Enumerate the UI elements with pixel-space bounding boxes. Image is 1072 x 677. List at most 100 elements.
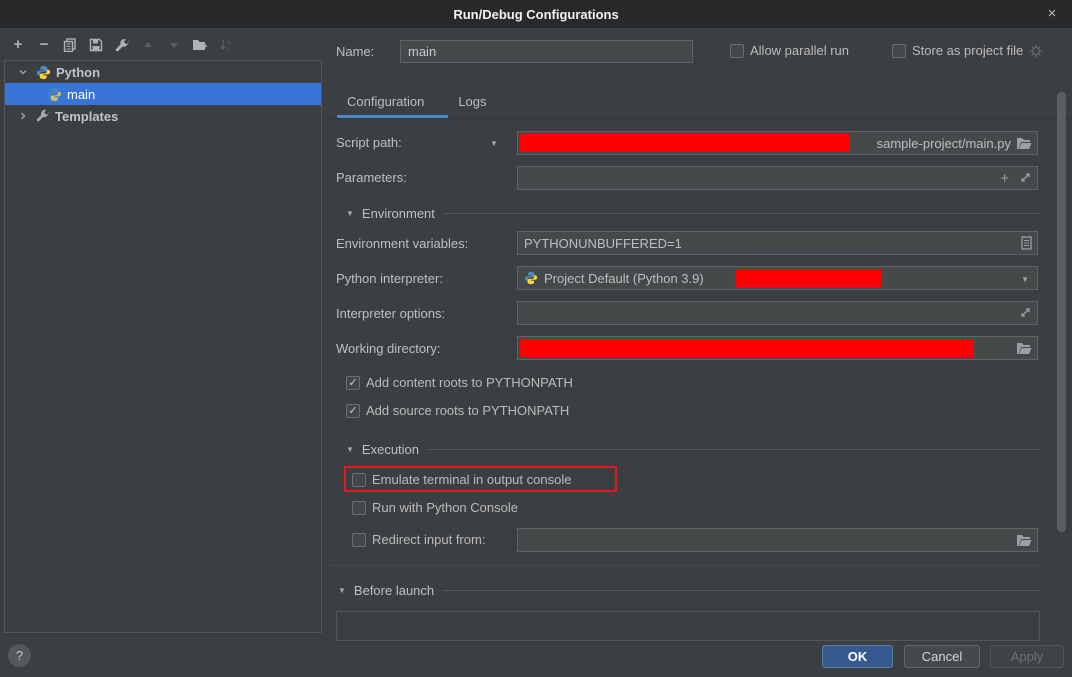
section-rule (443, 213, 1040, 214)
interpreter-options-field[interactable] (517, 301, 1038, 325)
editor-tabs: Configuration Logs (330, 88, 504, 118)
ok-button[interactable]: OK (822, 645, 893, 668)
parameters-field[interactable]: + (517, 166, 1038, 190)
redaction-overlay (735, 269, 881, 287)
environment-section-header[interactable]: ▼ Environment (346, 206, 1040, 221)
copy-configuration-icon[interactable] (62, 37, 78, 53)
section-collapse-icon[interactable]: ▼ (346, 209, 354, 218)
python-interpreter-combobox[interactable]: Project Default (Python 3.9) ▼ (517, 266, 1038, 290)
name-input[interactable] (400, 40, 693, 63)
script-path-field[interactable]: sample-project/main.py (517, 131, 1038, 155)
configuration-editor: Name: Allow parallel run Store as projec… (330, 28, 1072, 635)
script-path-value: sample-project/main.py (877, 136, 1011, 151)
script-path-dropdown-icon[interactable]: ▼ (490, 139, 498, 148)
checkbox-box[interactable] (352, 533, 366, 547)
python-icon (47, 87, 62, 102)
close-icon[interactable]: × (1042, 4, 1062, 24)
gear-icon (1029, 44, 1043, 58)
environment-variables-field[interactable]: PYTHONUNBUFFERED=1 (517, 231, 1038, 255)
checkbox-box[interactable] (352, 473, 366, 487)
section-title: Execution (362, 442, 419, 457)
checkbox-box[interactable] (352, 501, 366, 515)
parameters-label: Parameters: (336, 170, 407, 185)
vertical-scrollbar[interactable] (1057, 92, 1066, 563)
working-directory-label: Working directory: (336, 341, 441, 356)
redirect-input-field[interactable] (517, 528, 1038, 552)
scrollbar-thumb[interactable] (1057, 92, 1066, 532)
expand-field-icon[interactable] (1019, 171, 1032, 184)
python-interpreter-label: Python interpreter: (336, 271, 443, 286)
cancel-button[interactable]: Cancel (904, 645, 980, 668)
tree-item-label: main (67, 87, 95, 102)
chevron-right-icon[interactable] (15, 111, 31, 121)
add-content-roots-label: Add content roots to PYTHONPATH (366, 375, 573, 390)
store-as-project-file-checkbox[interactable]: Store as project file (892, 43, 1043, 58)
expand-field-icon[interactable] (1019, 306, 1032, 319)
dialog-title: Run/Debug Configurations (453, 7, 618, 22)
allow-parallel-run-checkbox[interactable]: Allow parallel run (730, 43, 849, 58)
tree-item-main[interactable]: main (5, 83, 321, 105)
python-interpreter-value: Project Default (Python 3.9) (544, 271, 704, 286)
redaction-overlay (520, 134, 850, 152)
configurations-toolbar: + − az (10, 37, 234, 53)
emulate-terminal-checkbox[interactable]: Emulate terminal in output console (352, 472, 571, 487)
save-configuration-icon[interactable] (88, 37, 104, 53)
dialog-titlebar: Run/Debug Configurations × (0, 0, 1072, 28)
svg-text:a: a (227, 40, 231, 46)
redaction-overlay (520, 339, 974, 357)
add-configuration-icon[interactable]: + (10, 37, 26, 53)
interpreter-options-label: Interpreter options: (336, 306, 445, 321)
add-content-roots-checkbox[interactable]: ✓ Add content roots to PYTHONPATH (346, 375, 573, 390)
python-icon (524, 271, 538, 285)
new-folder-icon[interactable] (192, 37, 208, 53)
tabs-divider (330, 118, 1072, 119)
tree-item-label: Templates (55, 109, 118, 124)
allow-parallel-run-label: Allow parallel run (750, 43, 849, 58)
edit-templates-wrench-icon[interactable] (114, 37, 130, 53)
redirect-input-label: Redirect input from: (372, 532, 485, 547)
tree-item-python[interactable]: Python (5, 61, 321, 83)
add-source-roots-label: Add source roots to PYTHONPATH (366, 403, 569, 418)
wrench-icon (36, 109, 50, 123)
chevron-down-icon[interactable]: ▼ (1021, 275, 1029, 284)
section-rule (442, 590, 1040, 591)
tree-item-templates[interactable]: Templates (5, 105, 321, 127)
chevron-down-icon[interactable] (15, 67, 31, 77)
scroll-viewport-divider (330, 565, 1040, 566)
section-collapse-icon[interactable]: ▼ (346, 445, 354, 454)
store-as-project-file-label: Store as project file (912, 43, 1023, 58)
checkbox-box[interactable] (892, 44, 906, 58)
section-collapse-icon[interactable]: ▼ (338, 586, 346, 595)
add-source-roots-checkbox[interactable]: ✓ Add source roots to PYTHONPATH (346, 403, 569, 418)
run-with-python-console-checkbox[interactable]: Run with Python Console (352, 500, 518, 515)
sort-alphabetically-icon: az (218, 37, 234, 53)
execution-section-header[interactable]: ▼ Execution (346, 442, 1040, 457)
help-button[interactable]: ? (8, 644, 31, 667)
environment-variables-label: Environment variables: (336, 236, 468, 251)
folder-icon[interactable] (1016, 533, 1032, 547)
folder-icon[interactable] (1016, 136, 1032, 150)
svg-text:z: z (227, 47, 230, 53)
browse-variables-icon[interactable] (1021, 236, 1032, 250)
emulate-terminal-label: Emulate terminal in output console (372, 472, 571, 487)
run-with-python-console-label: Run with Python Console (372, 500, 518, 515)
tab-configuration[interactable]: Configuration (330, 88, 441, 118)
section-title: Environment (362, 206, 435, 221)
checkbox-box-checked[interactable]: ✓ (346, 404, 360, 418)
move-down-icon (166, 37, 182, 53)
configurations-tree: Python main Templates (4, 60, 322, 633)
section-rule (427, 449, 1040, 450)
apply-button: Apply (990, 645, 1064, 668)
working-directory-field[interactable] (517, 336, 1038, 360)
script-path-label: Script path: (336, 135, 402, 150)
section-title: Before launch (354, 583, 434, 598)
add-macro-icon[interactable]: + (1000, 170, 1009, 187)
before-launch-section-header[interactable]: ▼ Before launch (338, 583, 1040, 598)
checkbox-box-checked[interactable]: ✓ (346, 376, 360, 390)
redirect-input-checkbox[interactable]: Redirect input from: (352, 532, 485, 547)
checkbox-box[interactable] (730, 44, 744, 58)
remove-configuration-icon[interactable]: − (36, 37, 52, 53)
move-up-icon (140, 37, 156, 53)
folder-icon[interactable] (1016, 341, 1032, 355)
tab-logs[interactable]: Logs (441, 88, 503, 118)
